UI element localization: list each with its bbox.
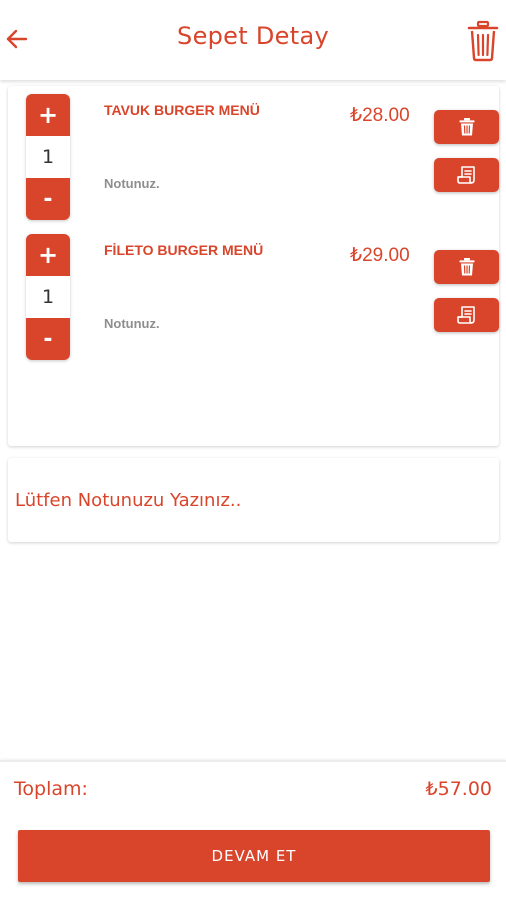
quantity-stepper: + 1 - [26, 94, 70, 220]
cart-item: + 1 - FİLETO BURGER MENÜ ₺29.00 Notunuz. [8, 228, 499, 360]
continue-button[interactable]: DEVAM ET [18, 830, 490, 882]
app-header: Sepet Detay [0, 0, 506, 80]
increase-quantity-button[interactable]: + [26, 94, 70, 136]
clear-cart-button[interactable] [466, 18, 500, 62]
footer-divider [0, 760, 506, 762]
item-note[interactable]: Notunuz. [104, 316, 160, 331]
increase-quantity-button[interactable]: + [26, 234, 70, 276]
page-title: Sepet Detay [177, 22, 329, 50]
cart-items-card: + 1 - TAVUK BURGER MENÜ ₺28.00 Notunuz. [8, 86, 499, 446]
note-icon [456, 166, 475, 184]
item-price: ₺28.00 [350, 105, 410, 126]
item-name: FİLETO BURGER MENÜ [104, 242, 264, 258]
item-name: TAVUK BURGER MENÜ [104, 102, 260, 118]
item-note[interactable]: Notunuz. [104, 176, 160, 191]
order-note-card [8, 458, 499, 542]
note-icon [456, 306, 475, 324]
cart-item: + 1 - TAVUK BURGER MENÜ ₺28.00 Notunuz. [8, 88, 499, 220]
decrease-quantity-button[interactable]: - [26, 318, 70, 360]
total-label: Toplam: [14, 778, 88, 800]
remove-item-button[interactable] [434, 110, 499, 144]
item-price: ₺29.00 [350, 245, 410, 266]
quantity-stepper: + 1 - [26, 234, 70, 360]
total-value: ₺57.00 [425, 778, 492, 800]
edit-note-button[interactable] [434, 158, 499, 192]
trash-icon [467, 20, 499, 62]
decrease-quantity-button[interactable]: - [26, 178, 70, 220]
edit-note-button[interactable] [434, 298, 499, 332]
remove-item-button[interactable] [434, 250, 499, 284]
quantity-value: 1 [41, 286, 55, 308]
trash-icon [459, 118, 474, 136]
order-note-input[interactable] [8, 458, 499, 542]
quantity-value: 1 [41, 146, 55, 168]
trash-icon [459, 258, 474, 276]
